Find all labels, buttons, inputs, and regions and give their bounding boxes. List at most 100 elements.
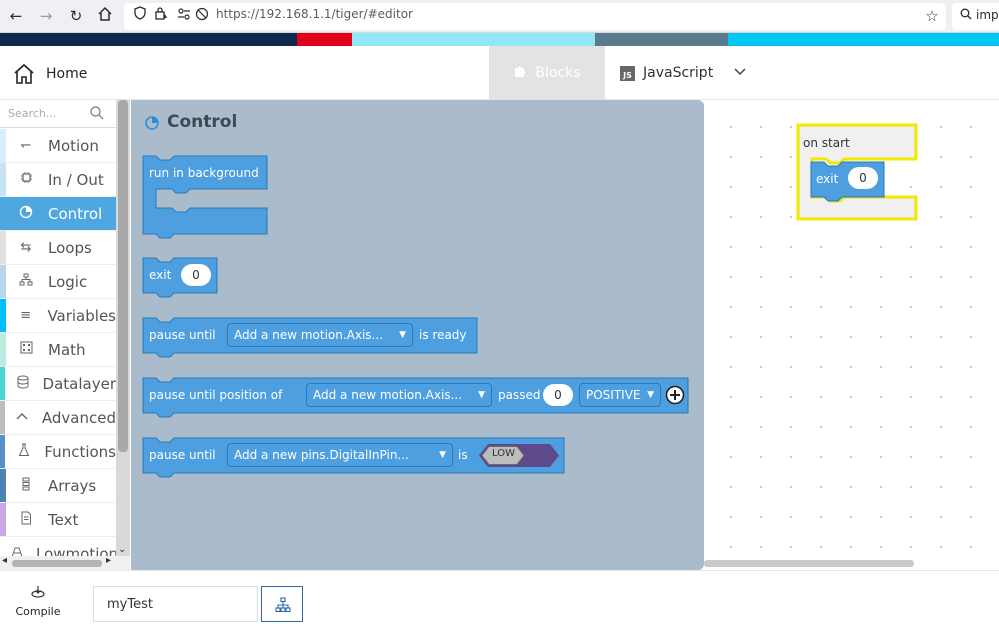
category-color-bar xyxy=(0,163,6,196)
browser-search-text: imp xyxy=(976,8,999,22)
category-in-out[interactable]: In / Out xyxy=(0,163,116,197)
passed-value[interactable]: 0 xyxy=(543,384,573,406)
chevron-up-icon xyxy=(15,410,30,425)
pin-dropdown-value: Add a new pins.DigitalInPin... xyxy=(234,448,409,462)
category-loops[interactable]: ⇆ Loops xyxy=(0,231,116,265)
brand-strip-navy xyxy=(0,33,297,46)
compile-button[interactable]: Compile xyxy=(8,583,68,621)
category-color-bar xyxy=(0,367,5,400)
category-label: Math xyxy=(48,340,86,359)
on-start-label: on start xyxy=(803,136,850,150)
forward-arrow-icon[interactable]: → xyxy=(36,6,56,26)
flask-icon xyxy=(15,443,32,461)
category-math[interactable]: Math xyxy=(0,333,116,367)
category-color-bar xyxy=(0,197,6,230)
flyout-title: Control xyxy=(167,112,238,132)
puzzle-piece-icon xyxy=(513,64,527,82)
category-label: Control xyxy=(48,204,103,223)
motion-icon: ↽ xyxy=(20,138,32,153)
chip-icon xyxy=(16,171,36,188)
axis-dropdown[interactable]: Add a new motion.Axis... ▼ xyxy=(227,323,413,347)
shield-icon[interactable] xyxy=(130,6,150,26)
category-motion[interactable]: ↽ Motion xyxy=(0,129,116,163)
category-label: Text xyxy=(48,510,79,529)
category-color-bar xyxy=(0,435,6,468)
is-label: is xyxy=(458,448,468,462)
reload-icon[interactable]: ↻ xyxy=(66,6,86,26)
array-icon xyxy=(16,477,36,495)
low-value-block[interactable] xyxy=(478,443,560,468)
scroll-left-arrow-icon[interactable]: ◂ xyxy=(2,555,7,566)
tab-blocks-label: Blocks xyxy=(535,65,581,81)
category-label: Logic xyxy=(48,272,88,291)
bookmark-star-icon[interactable]: ☆ xyxy=(922,6,942,26)
dropdown-arrow-icon: ▼ xyxy=(399,330,406,340)
pin-dropdown[interactable]: Add a new pins.DigitalInPin... ▼ xyxy=(227,443,453,467)
compile-download-icon xyxy=(31,586,45,598)
toolbox-search[interactable]: Search... xyxy=(0,100,116,128)
category-functions[interactable]: Functions xyxy=(0,435,116,469)
lock-warning-icon[interactable] xyxy=(151,6,171,26)
home-page-icon[interactable] xyxy=(95,6,115,26)
category-datalayer[interactable]: Datalayer xyxy=(0,367,116,401)
magnifier-icon xyxy=(956,6,976,26)
category-control[interactable]: Control xyxy=(0,197,116,231)
scroll-down-arrow-icon[interactable]: ⌄ xyxy=(118,544,126,555)
permissions-icon[interactable] xyxy=(174,6,194,26)
toolbox-scroll-thumb[interactable] xyxy=(118,100,128,452)
category-label: Arrays xyxy=(48,476,97,495)
toolbox: Search... ↽ Motion In / Out Control ⇆ Lo… xyxy=(0,100,130,570)
category-color-bar xyxy=(0,333,6,366)
scroll-right-arrow-icon[interactable]: ▸ xyxy=(106,555,111,566)
search-icon[interactable] xyxy=(89,105,105,121)
url-text: https://192.168.1.1/tiger/#editor xyxy=(216,7,413,21)
tab-javascript-label: JavaScript xyxy=(643,65,714,81)
project-name-input[interactable] xyxy=(93,586,258,622)
browser-search-field[interactable]: imp xyxy=(952,3,999,30)
bottom-bar: Compile xyxy=(0,570,999,624)
direction-dropdown[interactable]: POSITIVE ▼ xyxy=(579,383,661,407)
passed-label: passed xyxy=(498,388,541,402)
chevron-down-icon[interactable] xyxy=(731,62,749,80)
dropdown-arrow-icon: ▼ xyxy=(439,450,446,460)
exit-value[interactable]: 0 xyxy=(181,264,211,286)
brand-strip-cyan xyxy=(352,33,595,46)
brand-strip-red xyxy=(297,33,352,46)
pause-until-label: pause until xyxy=(149,328,216,342)
workspace-horizontal-scrollbar[interactable] xyxy=(704,560,914,567)
hierarchy-button[interactable] xyxy=(261,586,303,622)
category-label: In / Out xyxy=(48,170,104,189)
database-icon xyxy=(15,375,31,393)
tab-javascript[interactable]: JS JavaScript xyxy=(620,46,713,100)
category-advanced[interactable]: Advanced xyxy=(0,401,116,435)
loop-icon: ⇆ xyxy=(20,240,32,255)
workspace-exit-value[interactable]: 0 xyxy=(848,167,878,189)
block-workspace[interactable]: on start exit 0 xyxy=(704,100,999,570)
autoplay-blocked-icon[interactable] xyxy=(192,6,212,26)
address-bar[interactable]: https://192.168.1.1/tiger/#editor ☆ xyxy=(124,3,946,30)
category-variables[interactable]: ≡ Variables xyxy=(0,299,116,333)
exit-label: exit xyxy=(149,268,172,282)
position-axis-dropdown[interactable]: Add a new motion.Axis... ▼ xyxy=(306,383,492,407)
category-color-bar xyxy=(0,401,5,434)
direction-dropdown-value: POSITIVE xyxy=(586,388,641,402)
low-value-label: LOW xyxy=(492,448,515,459)
calculator-icon xyxy=(16,341,36,358)
category-text[interactable]: Text xyxy=(0,503,116,537)
toolbox-hscroll-thumb[interactable] xyxy=(12,560,102,567)
dropdown-arrow-icon: ▼ xyxy=(478,390,485,400)
tab-blocks[interactable]: Blocks xyxy=(489,46,605,100)
workspace-exit-label: exit xyxy=(816,172,839,186)
brand-strip-blue xyxy=(728,33,999,46)
back-arrow-icon[interactable]: ← xyxy=(6,6,26,26)
control-pie-icon xyxy=(145,116,159,130)
pause-position-label: pause until position of xyxy=(149,388,283,402)
category-label: Loops xyxy=(48,238,92,257)
javascript-icon: JS xyxy=(620,65,635,81)
category-color-bar xyxy=(0,503,6,536)
home-button[interactable]: Home xyxy=(12,60,87,88)
category-arrays[interactable]: Arrays xyxy=(0,469,116,503)
add-plus-circle-icon[interactable] xyxy=(665,385,685,405)
home-label: Home xyxy=(46,66,88,82)
category-logic[interactable]: Logic xyxy=(0,265,116,299)
